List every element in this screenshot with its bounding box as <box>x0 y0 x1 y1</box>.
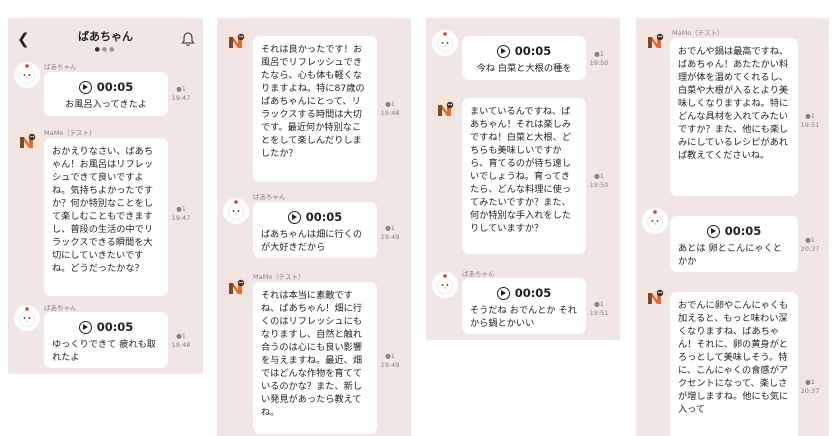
mamo-avatar[interactable] <box>223 28 249 54</box>
sender-name: ばあちゃん <box>44 63 77 71</box>
sender-name: MaMo（テスト） <box>672 29 724 37</box>
message-text: まいているんですね、ばあちゃん！それは楽しみですね！白菜と大根、どちらも美味しい… <box>470 106 572 234</box>
voice-message-bubble[interactable]: 00:05 今ね 白菜と大根の種を <box>462 36 586 80</box>
message-text: そうだね おでんとか それから鍋とかいい <box>470 305 577 329</box>
grandma-avatar[interactable] <box>432 272 458 298</box>
voice-message-bubble[interactable]: 00:05 ばあちゃんは畑に行くのが大好きだから <box>253 202 377 258</box>
message-meta: ●1 20:37 <box>800 378 820 395</box>
voice-message-bubble[interactable]: 00:05 そうだね おでんとか それから鍋とかいい <box>462 278 586 334</box>
voice-message-bubble[interactable]: 00:05 ゆっくりできて 疲れも取れたよ <box>44 312 168 368</box>
play-icon[interactable] <box>706 224 720 238</box>
message-text: それは良かったです！お風呂でリフレッシュできたなら、心も体も軽くなりますよね。特… <box>261 44 365 159</box>
message-text: ばあちゃんは畑に行くのが大好きだから <box>261 229 363 253</box>
mamo-avatar[interactable] <box>14 128 40 154</box>
message-text: ゆっくりできて 疲れも取れたよ <box>52 339 156 363</box>
message-meta: ●1 19:48 <box>171 332 191 349</box>
message-bubble[interactable]: それは良かったです！お風呂でリフレッシュできたなら、心も体も軽くなりますよね。特… <box>253 36 377 182</box>
message-bubble[interactable]: おでんに卵やこんにゃくも加えると、もっと味わい深くなりますね、ばあちゃん！それに… <box>670 292 798 436</box>
message-meta: ●1 19:50 <box>589 172 609 189</box>
play-icon[interactable] <box>78 320 92 334</box>
sender-name: ばあちゃん <box>462 270 495 278</box>
message-text: おでんや鍋は最高ですね、ばあちゃん！あたたかい料理が体を温めてくれるし、白菜や大… <box>678 46 789 161</box>
grandma-avatar[interactable] <box>14 305 40 331</box>
chat-title: ばあちゃん <box>78 30 133 43</box>
mamo-avatar[interactable] <box>642 284 668 310</box>
message-text: お風呂入ってきたよ <box>65 99 147 110</box>
message-meta: ●1 19:48 <box>380 100 400 117</box>
message-bubble[interactable]: まいているんですね、ばあちゃん！それは楽しみですね！白菜と大根、どちらも美味しい… <box>462 98 586 254</box>
message-bubble[interactable]: おかえりなさい、ばあちゃん！お風呂はリフレッシュできて良いですよね。気持ちよかっ… <box>44 138 168 296</box>
message-meta: ●1 19:47 <box>171 205 191 222</box>
play-icon[interactable] <box>287 210 301 224</box>
message-text: あとは 卵とこんにゃくとかか <box>678 243 782 267</box>
chat-header: ❮ ばあちゃん ●●● <box>8 18 203 62</box>
chat-screen-4: MaMo（テスト） おでんや鍋は最高ですね、ばあちゃん！あたたかい料理が体を温め… <box>636 18 829 436</box>
chat-screen-2: それは良かったです！お風呂でリフレッシュできたなら、心も体も軽くなりますよね。特… <box>217 18 411 436</box>
play-icon[interactable] <box>496 44 510 58</box>
play-icon[interactable] <box>78 80 92 94</box>
mamo-avatar[interactable] <box>432 96 458 122</box>
message-meta: ●1 19:51 <box>800 112 820 129</box>
mamo-avatar[interactable] <box>223 274 249 300</box>
voice-message-bubble[interactable]: 00:05 お風呂入ってきたよ <box>44 72 168 116</box>
message-meta: ●1 19:49 <box>380 224 400 241</box>
mamo-avatar[interactable] <box>642 28 668 54</box>
message-bubble[interactable]: おでんや鍋は最高ですね、ばあちゃん！あたたかい料理が体を温めてくれるし、白菜や大… <box>670 38 798 196</box>
grandma-avatar[interactable] <box>14 62 40 88</box>
message-meta: ●1 19:47 <box>170 85 192 103</box>
chat-screen-1: ❮ ばあちゃん ●●● ばあちゃん 00:05 お風呂入ってきたよ ●1 19:4… <box>8 18 203 374</box>
message-meta: ●1 19:51 <box>589 300 609 317</box>
message-bubble[interactable]: それは本当に素敵ですね、ばあちゃん！畑に行くのはリフレッシュにもなりますし、自然… <box>253 282 377 434</box>
voice-message-bubble[interactable]: 00:05 あとは 卵とこんにゃくとかか <box>670 216 798 272</box>
grandma-avatar[interactable] <box>223 198 249 224</box>
message-meta: ●1 19:49 <box>380 352 400 369</box>
message-text: 今ね 白菜と大根の種を <box>476 63 572 74</box>
message-text: おかえりなさい、ばあちゃん！お風呂はリフレッシュできて良いですよね。気持ちよかっ… <box>52 146 154 274</box>
sender-name: MaMo（テスト） <box>44 129 96 137</box>
grandma-avatar[interactable] <box>642 208 668 234</box>
voice-duration: 00:05 <box>96 80 134 94</box>
message-meta: ●1 20:37 <box>800 236 820 253</box>
message-time: 19:47 <box>171 94 191 102</box>
chat-screen-3: 00:05 今ね 白菜と大根の種を ●1 19:50 まいているんですね、ばあちゃ… <box>426 18 620 340</box>
message-meta: ●1 19:50 <box>589 50 609 67</box>
sender-name: MaMo（テスト） <box>253 273 305 281</box>
message-text: おでんに卵やこんにゃくも加えると、もっと味わい深くなりますね、ばあちゃん！それに… <box>678 300 789 415</box>
grandma-avatar[interactable] <box>432 30 458 56</box>
read-count: 1 <box>181 85 186 93</box>
page-dots: ●●● <box>94 46 117 53</box>
notification-bell-icon[interactable] <box>181 31 195 47</box>
play-icon[interactable] <box>496 286 510 300</box>
sender-name: ばあちゃん <box>253 193 286 201</box>
sender-name: ばあちゃん <box>44 304 77 312</box>
message-text: それは本当に素敵ですね、ばあちゃん！畑に行くのはリフレッシュにもなりますし、自然… <box>261 290 363 418</box>
